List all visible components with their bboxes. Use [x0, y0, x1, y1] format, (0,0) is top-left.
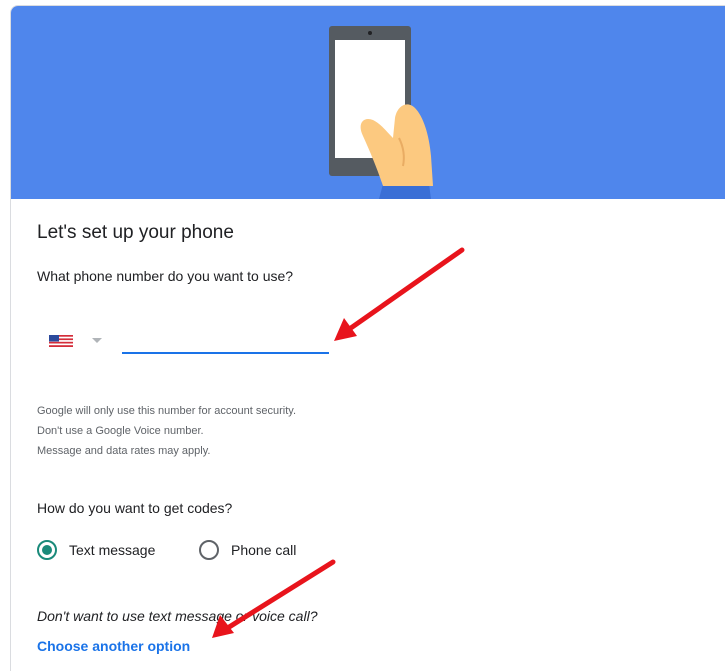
phone-number-input[interactable]: [122, 326, 329, 354]
radio-checked-icon[interactable]: [37, 540, 57, 560]
us-flag-icon: [49, 335, 73, 347]
disclaimer-line: Google will only use this number for acc…: [37, 405, 297, 417]
setup-card: Let's set up your phone What phone numbe…: [10, 5, 725, 671]
radio-option-phone-call[interactable]: Phone call: [199, 539, 296, 561]
choose-another-option-link[interactable]: Choose another option: [37, 638, 190, 654]
chevron-down-icon: [92, 338, 102, 343]
page-title: Let's set up your phone: [37, 222, 234, 243]
radio-label-text-message: Text message: [69, 542, 156, 558]
disclaimer-text: Google will only use this number for acc…: [37, 401, 296, 461]
disclaimer-line: Message and data rates may apply.: [37, 445, 211, 457]
disclaimer-line: Don't use a Google Voice number.: [37, 425, 204, 437]
radio-label-phone-call: Phone call: [231, 542, 297, 558]
phone-number-question: What phone number do you want to use?: [37, 268, 294, 284]
codes-question: How do you want to get codes?: [37, 500, 233, 516]
alternative-question: Don't want to use text message or voice …: [37, 608, 318, 624]
radio-option-text-message[interactable]: Text message: [37, 539, 155, 561]
phone-in-hand-illustration: [329, 26, 433, 199]
radio-unchecked-icon[interactable]: [199, 540, 219, 560]
country-code-dropdown[interactable]: [49, 332, 107, 350]
hero-banner: [11, 6, 725, 199]
